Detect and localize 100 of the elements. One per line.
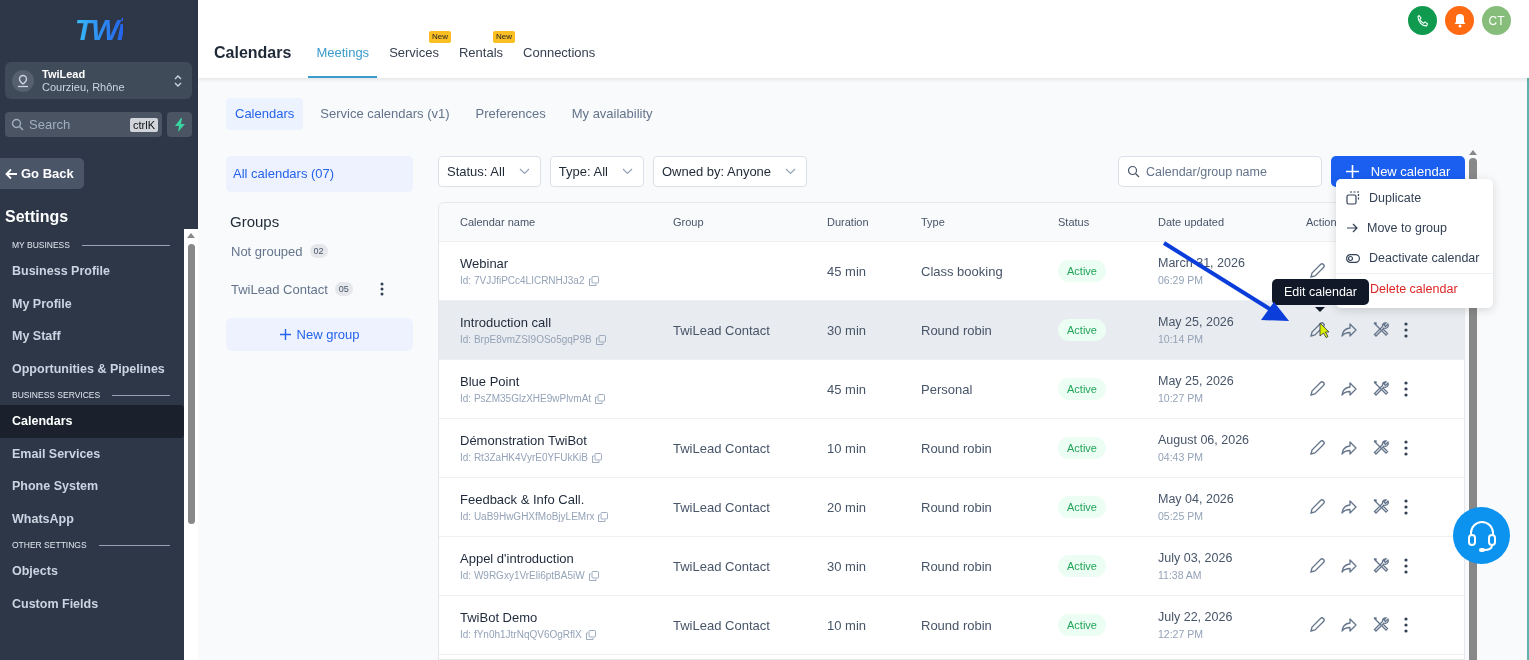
calendar-id: Id: BrpE8vmZSI9OSo5gqP9B	[460, 334, 592, 345]
filter-dropdown[interactable]: Status: All	[438, 156, 541, 187]
share-arrow-icon[interactable]	[1340, 439, 1358, 457]
sub-tab[interactable]: Preferences	[466, 98, 555, 130]
tools-icon[interactable]	[1372, 321, 1390, 339]
chevron-down-icon	[518, 168, 530, 175]
date-cell: May 25, 2026	[1158, 374, 1234, 388]
kebab-menu-icon[interactable]	[1404, 499, 1408, 515]
group-item[interactable]: Not grouped	[231, 243, 303, 259]
calendar-name[interactable]: TwiBot Demo	[460, 610, 538, 625]
new-badge: New	[428, 31, 451, 43]
kebab-menu-icon[interactable]	[1404, 440, 1408, 456]
tools-icon[interactable]	[1372, 498, 1390, 516]
search-field[interactable]: Search ctrlK	[5, 112, 162, 137]
kebab-menu-icon[interactable]	[379, 282, 384, 296]
sidebar-item[interactable]: Business Profile	[0, 255, 184, 288]
time-cell: 05:25 PM	[1158, 510, 1203, 522]
sidebar-item[interactable]: WhatsApp	[0, 502, 184, 535]
nav-tab[interactable]: Connections	[515, 45, 604, 78]
menu-item[interactable]: Move to group	[1336, 213, 1493, 243]
phone-icon	[1415, 13, 1430, 28]
search-input[interactable]: Search	[29, 117, 125, 132]
sub-tab[interactable]: Calendars	[226, 98, 304, 130]
go-back-button[interactable]: Go Back	[0, 158, 84, 189]
kebab-menu-icon[interactable]	[1404, 322, 1408, 338]
duration-cell: 45 min	[827, 263, 867, 279]
filter-dropdown[interactable]: Type: All	[549, 156, 644, 187]
support-button[interactable]	[1453, 507, 1510, 564]
calendar-name[interactable]: Feedback & Info Call.	[460, 492, 585, 507]
nav-tab[interactable]: Services	[381, 45, 447, 78]
phone-button[interactable]	[1408, 6, 1437, 35]
sidebar-item[interactable]: My Staff	[0, 320, 184, 353]
mouse-cursor-icon	[1319, 322, 1330, 338]
arrow-right-icon	[1346, 223, 1358, 233]
filter-dropdown[interactable]: Owned by: Anyone	[652, 156, 808, 187]
account-name: TwiLead	[42, 67, 87, 81]
share-arrow-icon[interactable]	[1340, 321, 1358, 339]
time-cell: 10:27 PM	[1158, 392, 1203, 404]
calendar-name[interactable]: Introduction call	[460, 315, 552, 330]
table-row[interactable]: TwiBot Demo Id: fYn0h1JtrNqQV6OgRflX TwiLead Contact 10 min Round robin Active July 22, 2026 12:27 PM	[439, 596, 1464, 655]
kebab-menu-icon[interactable]	[1404, 381, 1408, 397]
section-label: MY BUSINESS	[12, 240, 70, 250]
calendar-name[interactable]: Blue Point	[460, 374, 520, 389]
chevron-down-icon	[785, 168, 797, 175]
sub-tab[interactable]: My availability	[562, 98, 662, 130]
bell-icon	[1452, 13, 1467, 28]
account-switcher[interactable]: TwiLead Courzieu, Rhône	[5, 62, 192, 99]
sidebar-item[interactable]: Email Services	[0, 437, 184, 470]
search-field[interactable]: Calendar/group name	[1118, 156, 1322, 187]
sidebar-item[interactable]: Custom Fields	[0, 587, 184, 620]
all-calendars-item[interactable]: All calendars (07)	[226, 156, 413, 192]
share-arrow-icon[interactable]	[1340, 498, 1358, 516]
calendar-name[interactable]: Appel d'introduction	[460, 551, 574, 566]
calendar-name[interactable]: Webinar	[460, 256, 509, 271]
sidebar-item[interactable]: Calendars	[0, 405, 184, 438]
type-cell: Round robin	[921, 617, 992, 633]
calendar-id: Id: 7VJJfiPCc4LICRNHJ3a2	[460, 275, 585, 286]
sidebar-item[interactable]: Phone System	[0, 470, 184, 503]
location-pin-icon	[12, 69, 34, 92]
scrollbar[interactable]	[187, 244, 195, 524]
time-cell: 04:43 PM	[1158, 451, 1203, 463]
group-item[interactable]: TwiLead Contact	[231, 281, 328, 297]
kebab-menu-icon[interactable]	[1404, 558, 1408, 574]
sidebar-item[interactable]: Opportunities & Pipelines	[0, 352, 184, 385]
status-badge: Active	[1058, 378, 1106, 400]
tools-icon[interactable]	[1372, 380, 1390, 398]
date-cell: May 04, 2026	[1158, 492, 1234, 506]
status-badge: Active	[1058, 496, 1106, 518]
share-arrow-icon[interactable]	[1340, 557, 1358, 575]
calendar-name[interactable]: Démonstration TwiBot	[460, 433, 587, 448]
nav-tab[interactable]: Rentals	[451, 45, 512, 78]
status-badge: Active	[1058, 260, 1106, 282]
tooltip: Edit calendar	[1272, 279, 1369, 305]
new-group-button[interactable]: New group	[226, 318, 413, 351]
tools-icon[interactable]	[1372, 616, 1390, 634]
group-count: 05	[334, 282, 353, 296]
sidebar-item[interactable]: My Profile	[0, 287, 184, 320]
quick-action-button[interactable]	[167, 112, 192, 137]
notifications-button[interactable]	[1445, 6, 1474, 35]
table-row[interactable]: Blue Point Id: PsZM35GlzXHE9wPlvmAt 45 min Personal Active May 25, 2026 10:27 PM	[439, 360, 1464, 419]
time-cell: 12:27 PM	[1158, 628, 1203, 640]
column-header: Type	[921, 216, 945, 228]
table-row[interactable]: Démonstration TwiBot Id: Rt3ZaHK4VyrE0YFUkKiB TwiLead Contact 10 min Round robin Active August 06, 2026 04:43 PM	[439, 419, 1464, 478]
search-icon	[1127, 165, 1140, 178]
table-row[interactable]: Introduction call Id: BrpE8vmZSI9OSo5gqP9B TwiLead Contact 30 min Round robin Active May 25, 2026 10:14 PM	[439, 301, 1464, 360]
sidebar-item[interactable]: Objects	[0, 555, 184, 588]
group-cell: TwiLead Contact	[673, 322, 770, 338]
sub-tab[interactable]: Service calendars (v1)	[311, 98, 459, 130]
share-arrow-icon[interactable]	[1340, 616, 1358, 634]
share-arrow-icon[interactable]	[1340, 380, 1358, 398]
page-title: Calendars	[214, 43, 292, 63]
time-cell: 06:29 PM	[1158, 274, 1203, 286]
kebab-menu-icon[interactable]	[1404, 617, 1408, 633]
tools-icon[interactable]	[1372, 557, 1390, 575]
tools-icon[interactable]	[1372, 439, 1390, 457]
column-header: Date updated	[1158, 216, 1225, 228]
type-cell: Round robin	[921, 322, 992, 338]
group-cell: TwiLead Contact	[673, 499, 770, 515]
pencil-icon[interactable]	[1308, 262, 1326, 280]
duration-cell: 10 min	[827, 440, 867, 456]
